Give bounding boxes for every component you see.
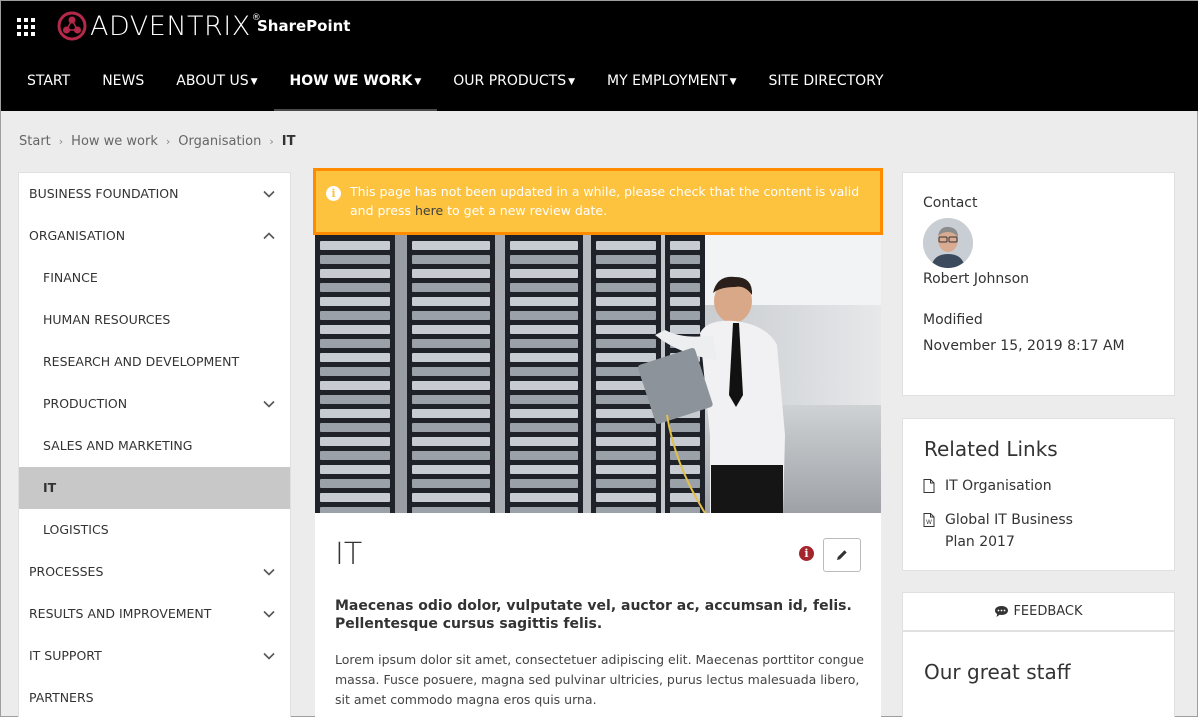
breadcrumb-item-it: IT [281, 134, 296, 149]
site-title[interactable]: SharePoint [257, 17, 350, 35]
leftnav-item-it[interactable]: IT [19, 467, 290, 509]
leftnav-item-label: ORGANISATION [29, 228, 126, 243]
nav-item-label: NEWS [102, 73, 145, 89]
leftnav-item-label: PROCESSES [29, 564, 104, 579]
edit-page-button[interactable] [823, 538, 861, 572]
leftnav-item-organisation[interactable]: ORGANISATION [19, 215, 290, 257]
breadcrumb-item-start[interactable]: Start [19, 134, 51, 149]
staff-card: Our great staff [902, 631, 1175, 717]
nav-item-news[interactable]: NEWS [86, 55, 160, 111]
leftnav-item-label: RESULTS AND IMPROVEMENT [29, 606, 212, 621]
chevron-down-icon[interactable] [262, 173, 276, 215]
left-navigation: BUSINESS FOUNDATION ORGANISATION FINANCE HU… [18, 172, 291, 717]
leftnav-item-results-and-improvement[interactable]: RESULTS AND IMPROVEMENT [19, 593, 290, 635]
leftnav-item-business-foundation[interactable]: BUSINESS FOUNDATION [19, 173, 290, 215]
leftnav-item-label: FINANCE [43, 270, 98, 285]
page-title: IT [335, 537, 363, 572]
nav-item-label: SITE DIRECTORY [768, 73, 884, 89]
leftnav-item-partners[interactable]: PARTNERS [19, 677, 290, 717]
alert-here-link[interactable]: here [415, 203, 443, 218]
caret-down-icon: ▼ [729, 77, 737, 87]
top-bar: ADVENTRIX ® SharePoint START NEWS ABOUT US… [1, 1, 1198, 111]
nav-item-label: ABOUT US [176, 73, 249, 89]
page-content: IT i Maecenas odio dolor, vulputate vel,… [315, 513, 881, 717]
leftnav-item-human-resources[interactable]: HUMAN RESOURCES [19, 299, 290, 341]
related-links-title: Related Links [924, 437, 1058, 461]
app-launcher-icon[interactable] [17, 18, 35, 36]
top-navigation: START NEWS ABOUT US ▼ HOW WE WORK ▼ OUR PRODUC… [11, 55, 900, 111]
nav-item-about-us[interactable]: ABOUT US ▼ [160, 55, 273, 111]
feedback-label: FEEDBACK [1013, 604, 1083, 619]
page-info-icon[interactable]: i [799, 546, 814, 561]
nav-item-label: START [27, 73, 71, 89]
leftnav-item-logistics[interactable]: LOGISTICS [19, 509, 290, 551]
chevron-down-icon[interactable] [262, 635, 276, 677]
leftnav-item-label: SALES AND MARKETING [43, 438, 193, 453]
nav-item-site-directory[interactable]: SITE DIRECTORY [752, 55, 899, 111]
nav-item-how-we-work[interactable]: HOW WE WORK ▼ [273, 55, 438, 111]
document-icon [923, 479, 935, 493]
nav-item-label: MY EMPLOYMENT [607, 73, 728, 89]
word-document-icon: W [923, 513, 935, 527]
contact-card: Contact Robert Johnson Modified November… [902, 172, 1175, 396]
related-link-label: IT Organisation [945, 478, 1052, 494]
related-link-it-organisation[interactable]: IT Organisation [923, 475, 1052, 497]
page-body-text: Lorem ipsum dolor sit amet, consectetuer… [335, 652, 864, 707]
modified-date: November 15, 2019 8:17 AM [923, 338, 1125, 354]
chevron-right-icon: › [269, 135, 274, 148]
chevron-up-icon[interactable] [262, 215, 276, 257]
leftnav-item-it-support[interactable]: IT SUPPORT [19, 635, 290, 677]
leftnav-item-label: RESEARCH AND DEVELOPMENT [43, 354, 240, 369]
leftnav-item-finance[interactable]: FINANCE [19, 257, 290, 299]
review-alert-banner: i This page has not been updated in a wh… [313, 168, 883, 235]
brand-name: ADVENTRIX [90, 10, 251, 42]
related-link-global-it-business-plan[interactable]: W Global IT Business Plan 2017 [923, 509, 1103, 553]
staff-title: Our great staff [924, 660, 1071, 684]
avatar[interactable] [923, 218, 973, 268]
caret-down-icon: ▼ [250, 77, 258, 87]
contact-label: Contact [923, 195, 978, 211]
chat-bubble-icon [995, 606, 1009, 617]
leftnav-item-label: PRODUCTION [43, 396, 128, 411]
leftnav-item-production[interactable]: PRODUCTION [19, 383, 290, 425]
hero-image [315, 235, 881, 513]
nav-item-start[interactable]: START [11, 55, 86, 111]
leftnav-item-label: PARTNERS [29, 690, 94, 705]
contact-name[interactable]: Robert Johnson [923, 271, 1029, 287]
site-logo[interactable]: ADVENTRIX ® [57, 9, 261, 43]
info-icon: i [326, 186, 341, 201]
chevron-right-icon: › [58, 135, 64, 148]
nav-item-our-products[interactable]: OUR PRODUCTS ▼ [437, 55, 591, 111]
nav-item-my-employment[interactable]: MY EMPLOYMENT ▼ [591, 55, 752, 111]
leftnav-item-label: IT [43, 480, 57, 495]
breadcrumb: Start › How we work › Organisation › IT [19, 134, 295, 149]
leftnav-item-label: BUSINESS FOUNDATION [29, 186, 179, 201]
leftnav-item-processes[interactable]: PROCESSES [19, 551, 290, 593]
page-lead-text: Maecenas odio dolor, vulputate vel, auct… [335, 598, 852, 632]
leftnav-item-research-and-development[interactable]: RESEARCH AND DEVELOPMENT [19, 341, 290, 383]
leftnav-item-label: LOGISTICS [43, 522, 109, 537]
modified-label: Modified [923, 312, 983, 328]
pencil-icon [837, 550, 847, 560]
svg-text:W: W [926, 519, 932, 526]
nav-item-label: OUR PRODUCTS [453, 73, 567, 89]
related-link-label: Global IT Business Plan 2017 [945, 512, 1073, 550]
related-links-card: Related Links IT Organisation W Global I… [902, 418, 1175, 571]
alert-text-after: to get a new review date. [443, 203, 608, 218]
breadcrumb-item-how-we-work[interactable]: How we work [71, 134, 158, 149]
leftnav-item-label: IT SUPPORT [29, 648, 102, 663]
chevron-right-icon: › [165, 135, 171, 148]
caret-down-icon: ▼ [414, 77, 422, 87]
logo-mark-icon [57, 11, 87, 41]
caret-down-icon: ▼ [568, 77, 576, 87]
breadcrumb-item-organisation[interactable]: Organisation [178, 134, 261, 149]
feedback-button[interactable]: FEEDBACK [902, 592, 1175, 631]
leftnav-item-sales-and-marketing[interactable]: SALES AND MARKETING [19, 425, 290, 467]
chevron-down-icon[interactable] [262, 383, 276, 425]
chevron-down-icon[interactable] [262, 551, 276, 593]
nav-item-label: HOW WE WORK [289, 73, 413, 89]
leftnav-item-label: HUMAN RESOURCES [43, 312, 171, 327]
chevron-down-icon[interactable] [262, 593, 276, 635]
